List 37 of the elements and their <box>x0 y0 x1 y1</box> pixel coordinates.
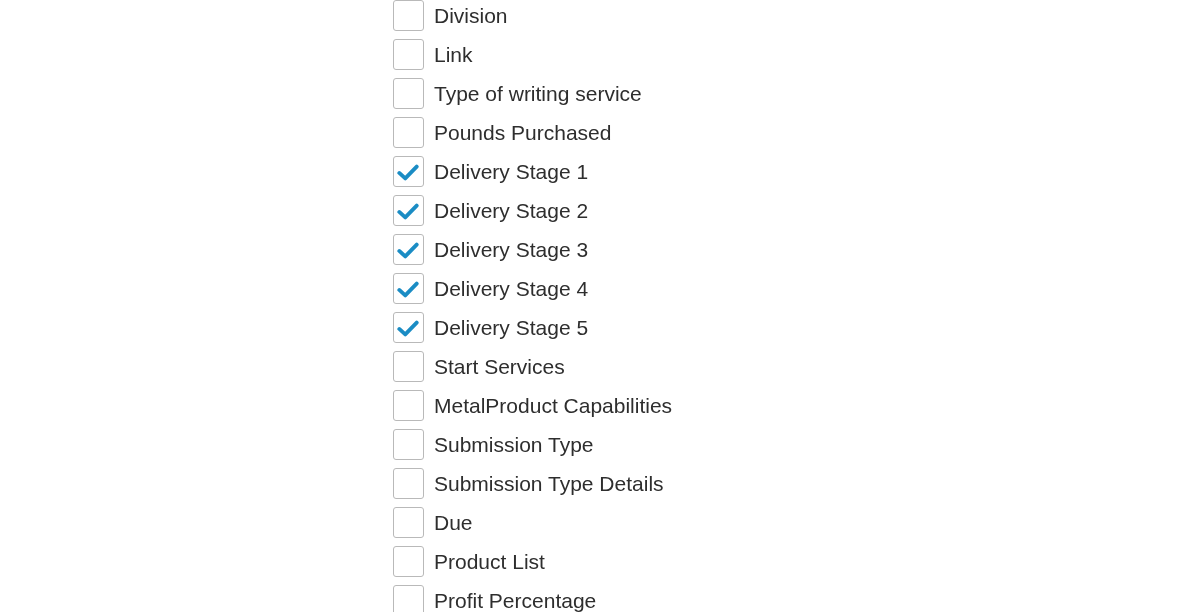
checkbox[interactable] <box>393 429 424 460</box>
checkbox-label[interactable]: Start Services <box>434 354 565 379</box>
checkbox[interactable] <box>393 117 424 148</box>
checkbox[interactable] <box>393 507 424 538</box>
checkbox-label[interactable]: Product List <box>434 549 545 574</box>
checkbox-label[interactable]: Delivery Stage 3 <box>434 237 589 262</box>
checkbox[interactable] <box>393 585 424 612</box>
checkbox-label[interactable]: Pounds Purchased <box>434 120 612 145</box>
checkbox[interactable] <box>393 234 424 265</box>
checkbox-label[interactable]: MetalProduct Capabilities <box>434 393 673 418</box>
checkbox[interactable] <box>393 156 424 187</box>
checkmark-icon <box>397 242 419 259</box>
checkbox[interactable] <box>393 39 424 70</box>
checkbox-label[interactable]: Delivery Stage 2 <box>434 198 589 223</box>
checkbox-label[interactable]: Submission Type <box>434 432 594 457</box>
checkmark-icon <box>397 203 419 220</box>
checkbox[interactable] <box>393 0 424 31</box>
checkbox-label[interactable]: Profit Percentage <box>434 588 597 612</box>
checkbox-label[interactable]: Delivery Stage 4 <box>434 276 589 301</box>
checkbox-label[interactable]: Due <box>434 510 473 535</box>
checkbox[interactable] <box>393 351 424 382</box>
checkbox[interactable] <box>393 273 424 304</box>
checkmark-icon <box>397 281 419 298</box>
checkbox-label[interactable]: Type of writing service <box>434 81 642 106</box>
checkbox[interactable] <box>393 195 424 226</box>
checkbox-label[interactable]: Delivery Stage 1 <box>434 159 589 184</box>
checkbox[interactable] <box>393 546 424 577</box>
checkmark-icon <box>397 164 419 181</box>
checkbox-label[interactable]: Link <box>434 42 473 67</box>
checkbox[interactable] <box>393 78 424 109</box>
checkmark-icon <box>397 320 419 337</box>
checkbox-label[interactable]: Submission Type Details <box>434 471 664 496</box>
checkbox[interactable] <box>393 390 424 421</box>
checkbox[interactable] <box>393 468 424 499</box>
checkbox-label[interactable]: Division <box>434 3 508 28</box>
checkbox[interactable] <box>393 312 424 343</box>
checkbox-label[interactable]: Delivery Stage 5 <box>434 315 589 340</box>
